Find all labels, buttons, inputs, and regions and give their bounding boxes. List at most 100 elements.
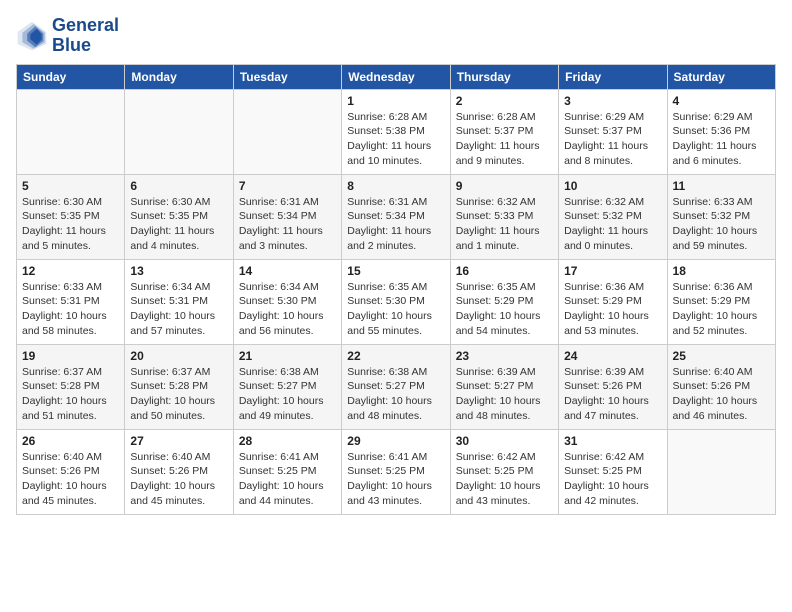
calendar-cell bbox=[233, 89, 341, 174]
day-number: 23 bbox=[456, 349, 553, 363]
calendar-cell: 21Sunrise: 6:38 AMSunset: 5:27 PMDayligh… bbox=[233, 344, 341, 429]
calendar-cell bbox=[667, 429, 775, 514]
day-info: Sunrise: 6:28 AMSunset: 5:38 PMDaylight:… bbox=[347, 110, 444, 169]
day-info: Sunrise: 6:38 AMSunset: 5:27 PMDaylight:… bbox=[347, 365, 444, 424]
day-number: 8 bbox=[347, 179, 444, 193]
day-number: 7 bbox=[239, 179, 336, 193]
week-row-3: 12 Sunrise: 6:33 AMSunset: 5:31 PMDayligh… bbox=[17, 259, 776, 344]
day-info: Sunrise: 6:40 AMSunset: 5:26 PMDaylight:… bbox=[130, 450, 227, 509]
day-number: 15 bbox=[347, 264, 444, 278]
calendar-cell: 15 Sunrise: 6:35 AMSunset: 5:30 PMDayligh… bbox=[342, 259, 450, 344]
day-info: Sunrise: 6:40 AMSunset: 5:26 PMDaylight:… bbox=[22, 450, 119, 509]
calendar-cell: 25 Sunrise: 6:40 AMSunset: 5:26 PMDayligh… bbox=[667, 344, 775, 429]
day-number: 10 bbox=[564, 179, 661, 193]
day-number: 27 bbox=[130, 434, 227, 448]
day-number: 13 bbox=[130, 264, 227, 278]
calendar-cell: 16 Sunrise: 6:35 AMSunset: 5:29 PMDayligh… bbox=[450, 259, 558, 344]
day-info: Sunrise: 6:34 AMSunset: 5:31 PMDaylight:… bbox=[130, 280, 227, 339]
logo: General Blue bbox=[16, 16, 119, 56]
day-header-monday: Monday bbox=[125, 64, 233, 89]
week-row-4: 19Sunrise: 6:37 AMSunset: 5:28 PMDayligh… bbox=[17, 344, 776, 429]
calendar-cell: 17 Sunrise: 6:36 AMSunset: 5:29 PMDayligh… bbox=[559, 259, 667, 344]
week-row-5: 26Sunrise: 6:40 AMSunset: 5:26 PMDayligh… bbox=[17, 429, 776, 514]
calendar-cell: 12 Sunrise: 6:33 AMSunset: 5:31 PMDayligh… bbox=[17, 259, 125, 344]
day-info: Sunrise: 6:30 AMSunset: 5:35 PMDaylight:… bbox=[22, 195, 119, 254]
day-info: Sunrise: 6:41 AMSunset: 5:25 PMDaylight:… bbox=[347, 450, 444, 509]
day-number: 12 bbox=[22, 264, 119, 278]
day-info: Sunrise: 6:40 AMSunset: 5:26 PMDaylight:… bbox=[673, 365, 770, 424]
day-info: Sunrise: 6:36 AMSunset: 5:29 PMDaylight:… bbox=[564, 280, 661, 339]
day-info: Sunrise: 6:28 AMSunset: 5:37 PMDaylight:… bbox=[456, 110, 553, 169]
day-info: Sunrise: 6:32 AMSunset: 5:33 PMDaylight:… bbox=[456, 195, 553, 254]
day-number: 22 bbox=[347, 349, 444, 363]
day-info: Sunrise: 6:37 AMSunset: 5:28 PMDaylight:… bbox=[22, 365, 119, 424]
calendar-cell: 26Sunrise: 6:40 AMSunset: 5:26 PMDayligh… bbox=[17, 429, 125, 514]
day-info: Sunrise: 6:36 AMSunset: 5:29 PMDaylight:… bbox=[673, 280, 770, 339]
day-number: 1 bbox=[347, 94, 444, 108]
calendar-cell: 13 Sunrise: 6:34 AMSunset: 5:31 PMDayligh… bbox=[125, 259, 233, 344]
day-number: 29 bbox=[347, 434, 444, 448]
day-info: Sunrise: 6:41 AMSunset: 5:25 PMDaylight:… bbox=[239, 450, 336, 509]
day-number: 9 bbox=[456, 179, 553, 193]
logo-icon bbox=[16, 20, 48, 52]
day-header-thursday: Thursday bbox=[450, 64, 558, 89]
day-number: 2 bbox=[456, 94, 553, 108]
day-header-sunday: Sunday bbox=[17, 64, 125, 89]
calendar-cell bbox=[17, 89, 125, 174]
calendar-cell: 5 Sunrise: 6:30 AMSunset: 5:35 PMDaylight… bbox=[17, 174, 125, 259]
day-info: Sunrise: 6:35 AMSunset: 5:30 PMDaylight:… bbox=[347, 280, 444, 339]
day-info: Sunrise: 6:29 AMSunset: 5:37 PMDaylight:… bbox=[564, 110, 661, 169]
calendar-cell: 31Sunrise: 6:42 AMSunset: 5:25 PMDayligh… bbox=[559, 429, 667, 514]
calendar-cell: 2 Sunrise: 6:28 AMSunset: 5:37 PMDaylight… bbox=[450, 89, 558, 174]
calendar-header-row: SundayMondayTuesdayWednesdayThursdayFrid… bbox=[17, 64, 776, 89]
day-info: Sunrise: 6:33 AMSunset: 5:31 PMDaylight:… bbox=[22, 280, 119, 339]
day-number: 5 bbox=[22, 179, 119, 193]
week-row-2: 5 Sunrise: 6:30 AMSunset: 5:35 PMDaylight… bbox=[17, 174, 776, 259]
day-header-tuesday: Tuesday bbox=[233, 64, 341, 89]
day-number: 25 bbox=[673, 349, 770, 363]
calendar-cell: 3Sunrise: 6:29 AMSunset: 5:37 PMDaylight… bbox=[559, 89, 667, 174]
day-header-friday: Friday bbox=[559, 64, 667, 89]
calendar-table: SundayMondayTuesdayWednesdayThursdayFrid… bbox=[16, 64, 776, 515]
day-number: 16 bbox=[456, 264, 553, 278]
calendar-cell: 22 Sunrise: 6:38 AMSunset: 5:27 PMDayligh… bbox=[342, 344, 450, 429]
day-number: 24 bbox=[564, 349, 661, 363]
day-info: Sunrise: 6:42 AMSunset: 5:25 PMDaylight:… bbox=[564, 450, 661, 509]
day-number: 11 bbox=[673, 179, 770, 193]
calendar-cell: 28 Sunrise: 6:41 AMSunset: 5:25 PMDayligh… bbox=[233, 429, 341, 514]
calendar-cell: 6 Sunrise: 6:30 AMSunset: 5:35 PMDaylight… bbox=[125, 174, 233, 259]
calendar-cell: 7Sunrise: 6:31 AMSunset: 5:34 PMDaylight… bbox=[233, 174, 341, 259]
day-info: Sunrise: 6:31 AMSunset: 5:34 PMDaylight:… bbox=[347, 195, 444, 254]
day-number: 21 bbox=[239, 349, 336, 363]
calendar-cell: 9 Sunrise: 6:32 AMSunset: 5:33 PMDaylight… bbox=[450, 174, 558, 259]
day-number: 6 bbox=[130, 179, 227, 193]
calendar-cell: 20 Sunrise: 6:37 AMSunset: 5:28 PMDayligh… bbox=[125, 344, 233, 429]
calendar-cell: 23 Sunrise: 6:39 AMSunset: 5:27 PMDayligh… bbox=[450, 344, 558, 429]
calendar-cell: 10 Sunrise: 6:32 AMSunset: 5:32 PMDayligh… bbox=[559, 174, 667, 259]
day-number: 4 bbox=[673, 94, 770, 108]
day-info: Sunrise: 6:39 AMSunset: 5:26 PMDaylight:… bbox=[564, 365, 661, 424]
day-info: Sunrise: 6:30 AMSunset: 5:35 PMDaylight:… bbox=[130, 195, 227, 254]
calendar-cell: 14Sunrise: 6:34 AMSunset: 5:30 PMDayligh… bbox=[233, 259, 341, 344]
day-info: Sunrise: 6:34 AMSunset: 5:30 PMDaylight:… bbox=[239, 280, 336, 339]
week-row-1: 1 Sunrise: 6:28 AMSunset: 5:38 PMDaylight… bbox=[17, 89, 776, 174]
day-header-wednesday: Wednesday bbox=[342, 64, 450, 89]
day-number: 18 bbox=[673, 264, 770, 278]
day-info: Sunrise: 6:33 AMSunset: 5:32 PMDaylight:… bbox=[673, 195, 770, 254]
calendar-cell: 11 Sunrise: 6:33 AMSunset: 5:32 PMDayligh… bbox=[667, 174, 775, 259]
day-info: Sunrise: 6:35 AMSunset: 5:29 PMDaylight:… bbox=[456, 280, 553, 339]
day-info: Sunrise: 6:39 AMSunset: 5:27 PMDaylight:… bbox=[456, 365, 553, 424]
day-info: Sunrise: 6:32 AMSunset: 5:32 PMDaylight:… bbox=[564, 195, 661, 254]
calendar-cell: 29 Sunrise: 6:41 AMSunset: 5:25 PMDayligh… bbox=[342, 429, 450, 514]
calendar-cell: 24 Sunrise: 6:39 AMSunset: 5:26 PMDayligh… bbox=[559, 344, 667, 429]
calendar-cell: 30Sunrise: 6:42 AMSunset: 5:25 PMDayligh… bbox=[450, 429, 558, 514]
day-number: 17 bbox=[564, 264, 661, 278]
day-number: 28 bbox=[239, 434, 336, 448]
logo-text: General Blue bbox=[52, 16, 119, 56]
calendar-cell: 18 Sunrise: 6:36 AMSunset: 5:29 PMDayligh… bbox=[667, 259, 775, 344]
day-info: Sunrise: 6:37 AMSunset: 5:28 PMDaylight:… bbox=[130, 365, 227, 424]
day-number: 20 bbox=[130, 349, 227, 363]
calendar-cell: 27 Sunrise: 6:40 AMSunset: 5:26 PMDayligh… bbox=[125, 429, 233, 514]
day-number: 30 bbox=[456, 434, 553, 448]
day-info: Sunrise: 6:29 AMSunset: 5:36 PMDaylight:… bbox=[673, 110, 770, 169]
